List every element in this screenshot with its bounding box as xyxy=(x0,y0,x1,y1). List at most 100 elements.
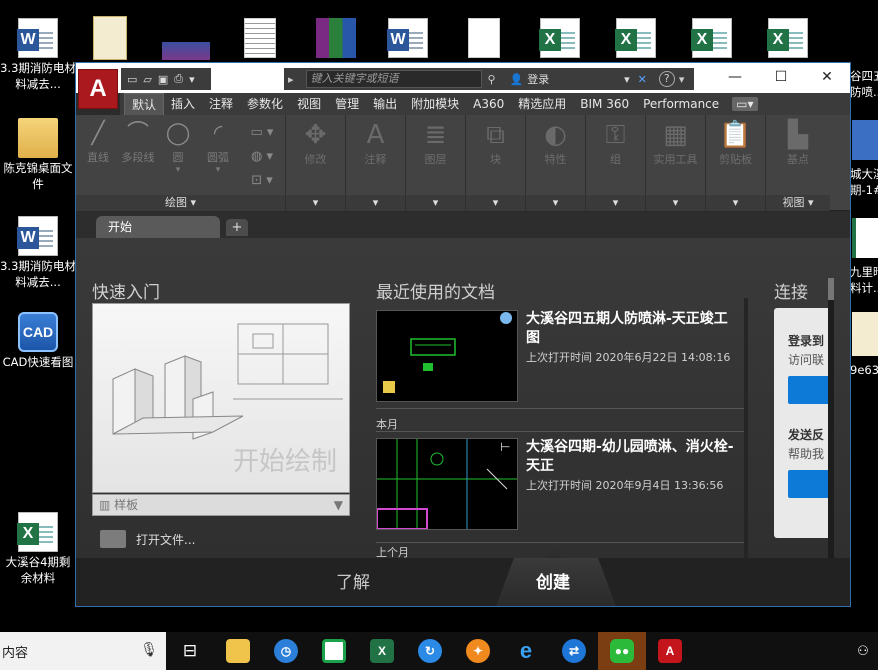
desktop-icon-certificate[interactable] xyxy=(72,16,148,62)
tab-insert[interactable]: 插入 xyxy=(164,93,202,115)
binoculars-icon[interactable]: ⚲ xyxy=(488,73,496,86)
mic-icon[interactable]: 🎙 xyxy=(140,642,158,658)
tab-manage[interactable]: 管理 xyxy=(328,93,366,115)
help-button[interactable]: ? xyxy=(658,71,675,87)
desktop-icon-folder[interactable]: 陈克锦桌面文件 xyxy=(0,118,76,192)
desktop-icon-excel-4[interactable] xyxy=(750,18,826,60)
panel-view[interactable]: ▙ 基点 视图 ▾ xyxy=(766,115,830,211)
chevron-down-icon[interactable]: ▾ xyxy=(286,195,345,211)
login-button[interactable]: 👤 登录 ▾ xyxy=(510,71,630,87)
excel-icon[interactable]: X xyxy=(358,632,406,670)
desktop-icon-document[interactable] xyxy=(222,18,298,60)
tab-output[interactable]: 输出 xyxy=(366,93,404,115)
recent-scrollbar[interactable] xyxy=(744,298,748,558)
tab-featured-apps[interactable]: 精选应用 xyxy=(511,93,573,115)
panel-block[interactable]: ⧉ 块 ▾ xyxy=(466,115,526,211)
polyline-tool[interactable]: ⌒ 多段线 xyxy=(118,119,158,165)
panel-clipboard[interactable]: 📋 剪贴板 ▾ xyxy=(706,115,766,211)
minimize-button[interactable]: — xyxy=(712,63,758,91)
arrow-app-icon[interactable]: ↻ xyxy=(406,632,454,670)
keyword-search-input[interactable]: 键入关键字或短语 xyxy=(305,70,482,88)
task-view-icon[interactable]: ⊟ xyxy=(166,632,214,670)
desktop-icon-word-2[interactable] xyxy=(370,18,446,60)
application-menu-button[interactable]: A xyxy=(78,69,118,109)
chevron-down-icon[interactable]: ▾ xyxy=(406,195,465,211)
desktop-icon-partial[interactable] xyxy=(852,218,878,258)
recent-document-item[interactable]: 大溪谷四五期人防喷淋-天正竣工图 上次打开时间 2020年6月22日 14:08… xyxy=(376,310,736,402)
desktop-icon-partial[interactable] xyxy=(852,120,878,160)
cad-viewer-icon[interactable] xyxy=(310,632,358,670)
desktop-icon-picture[interactable] xyxy=(148,42,224,62)
chevron-down-icon[interactable]: ▾ xyxy=(706,195,765,211)
start-drawing-button[interactable]: 开始绘制 xyxy=(92,303,350,493)
tab-annotate[interactable]: 注释 xyxy=(202,93,240,115)
new-file-icon[interactable]: ▭ xyxy=(127,73,137,86)
autocad-icon[interactable]: A xyxy=(646,632,694,670)
desktop-icon-rar[interactable] xyxy=(298,18,374,60)
teamviewer-icon[interactable]: ⇄ xyxy=(550,632,598,670)
panel-annotation[interactable]: A 注释 ▾ xyxy=(346,115,406,211)
create-tab[interactable]: 创建 xyxy=(536,568,570,593)
chevron-down-icon[interactable]: ▾ xyxy=(346,195,405,211)
desktop-icon-excel-3[interactable] xyxy=(674,18,750,60)
save-icon[interactable]: ▣ xyxy=(158,73,168,86)
file-explorer-icon[interactable] xyxy=(214,632,262,670)
start-page-scrollbar[interactable] xyxy=(828,278,834,558)
expand-arrow-icon[interactable]: ▸ xyxy=(288,73,294,86)
title-bar[interactable]: ▭ ▱ ▣ ⎙ ▾ ▸ 键入关键字或短语 ⚲ 👤 登录 ▾ ✕ ? ▾ — ☐ … xyxy=(76,63,850,93)
pin-icon[interactable] xyxy=(500,312,512,324)
recent-document-item[interactable]: ⊢ 大溪谷四期-幼儿园喷淋、消火栓-天正 上次打开时间 2020年9月4日 13… xyxy=(376,438,736,530)
autocad-window[interactable]: ▭ ▱ ▣ ⎙ ▾ ▸ 键入关键字或短语 ⚲ 👤 登录 ▾ ✕ ? ▾ — ☐ … xyxy=(75,62,851,607)
tab-view[interactable]: 视图 xyxy=(290,93,328,115)
tab-bim360[interactable]: BIM 360 xyxy=(573,93,636,115)
desktop-icon-excel-1[interactable] xyxy=(522,18,598,60)
panel-layers[interactable]: ≣ 图层 ▾ xyxy=(406,115,466,211)
desktop-icon-excel-left[interactable]: 大溪谷4期剩余材料 xyxy=(0,512,76,586)
circle-tool[interactable]: ◯ 圆 ▾ xyxy=(158,119,198,175)
chevron-down-icon[interactable]: ▾ xyxy=(466,195,525,211)
draw-extra-tools[interactable]: ▭ ▾ ◍ ▾ ⊡ ▾ xyxy=(242,121,282,193)
open-file-link[interactable]: 打开文件... xyxy=(100,530,195,548)
taskbar-search-input[interactable]: 内容 🎙 xyxy=(0,632,166,670)
chevron-down-icon[interactable]: ▾ xyxy=(646,195,705,211)
desktop-icon-word-3[interactable]: 3.3期消防电材料减去... xyxy=(0,216,76,290)
desktop-icon-cad-viewer[interactable]: CAD CAD快速看图 xyxy=(0,312,76,370)
ie-icon[interactable]: e xyxy=(502,632,550,670)
new-tab-button[interactable]: + xyxy=(226,219,248,236)
tab-performance[interactable]: Performance xyxy=(636,93,726,115)
panel-properties[interactable]: ◐ 特性 ▾ xyxy=(526,115,586,211)
panel-utilities[interactable]: ▦ 实用工具 ▾ xyxy=(646,115,706,211)
tab-default[interactable]: 默认 xyxy=(124,92,165,116)
desktop-icon-excel-2[interactable] xyxy=(598,18,674,60)
open-folder-icon[interactable]: ▱ xyxy=(143,73,151,86)
wechat-icon[interactable]: ●● xyxy=(598,632,646,670)
chevron-down-icon[interactable]: ▾ xyxy=(526,195,585,211)
panel-draw-title[interactable]: 绘图 ▾ xyxy=(76,195,285,211)
template-dropdown[interactable]: ▥ 样板 ▼ xyxy=(92,494,350,516)
ribbon-toggle-icon[interactable]: ▭▾ xyxy=(732,97,758,111)
panel-group[interactable]: ⚿ 组 ▾ xyxy=(586,115,646,211)
close-button[interactable]: ✕ xyxy=(804,63,850,91)
clock-app-icon[interactable]: ◷ xyxy=(262,632,310,670)
tab-addins[interactable]: 附加模块 xyxy=(404,93,466,115)
learn-tab[interactable]: 了解 xyxy=(336,568,370,593)
panel-modify[interactable]: ✥ 修改 ▾ xyxy=(286,115,346,211)
plot-icon[interactable]: ⎙ xyxy=(174,72,183,86)
scrollbar-thumb[interactable] xyxy=(828,278,834,300)
chevron-down-icon[interactable]: ▾ xyxy=(679,73,685,86)
panel-view-title[interactable]: 视图 ▾ xyxy=(766,195,830,211)
dropdown-icon[interactable]: ▾ xyxy=(189,73,195,86)
line-tool[interactable]: ╱ 直线 xyxy=(78,119,118,165)
quick-access-toolbar[interactable]: ▭ ▱ ▣ ⎙ ▾ xyxy=(121,68,211,90)
desktop-icon-partial[interactable] xyxy=(852,312,878,356)
chevron-down-icon[interactable]: ▾ xyxy=(586,195,645,211)
orange-app-icon[interactable]: ✦ xyxy=(454,632,502,670)
pin-icon[interactable]: ⊢ xyxy=(500,440,510,454)
tab-start[interactable]: 开始 xyxy=(96,216,220,238)
exchange-apps-icon[interactable]: ✕ xyxy=(638,73,647,86)
maximize-button[interactable]: ☐ xyxy=(758,63,804,91)
people-icon[interactable]: ⚇ xyxy=(848,632,878,670)
tab-a360[interactable]: A360 xyxy=(466,93,511,115)
desktop-icon-blank[interactable] xyxy=(446,18,522,60)
arc-tool[interactable]: ◜ 圆弧 ▾ xyxy=(198,119,238,175)
